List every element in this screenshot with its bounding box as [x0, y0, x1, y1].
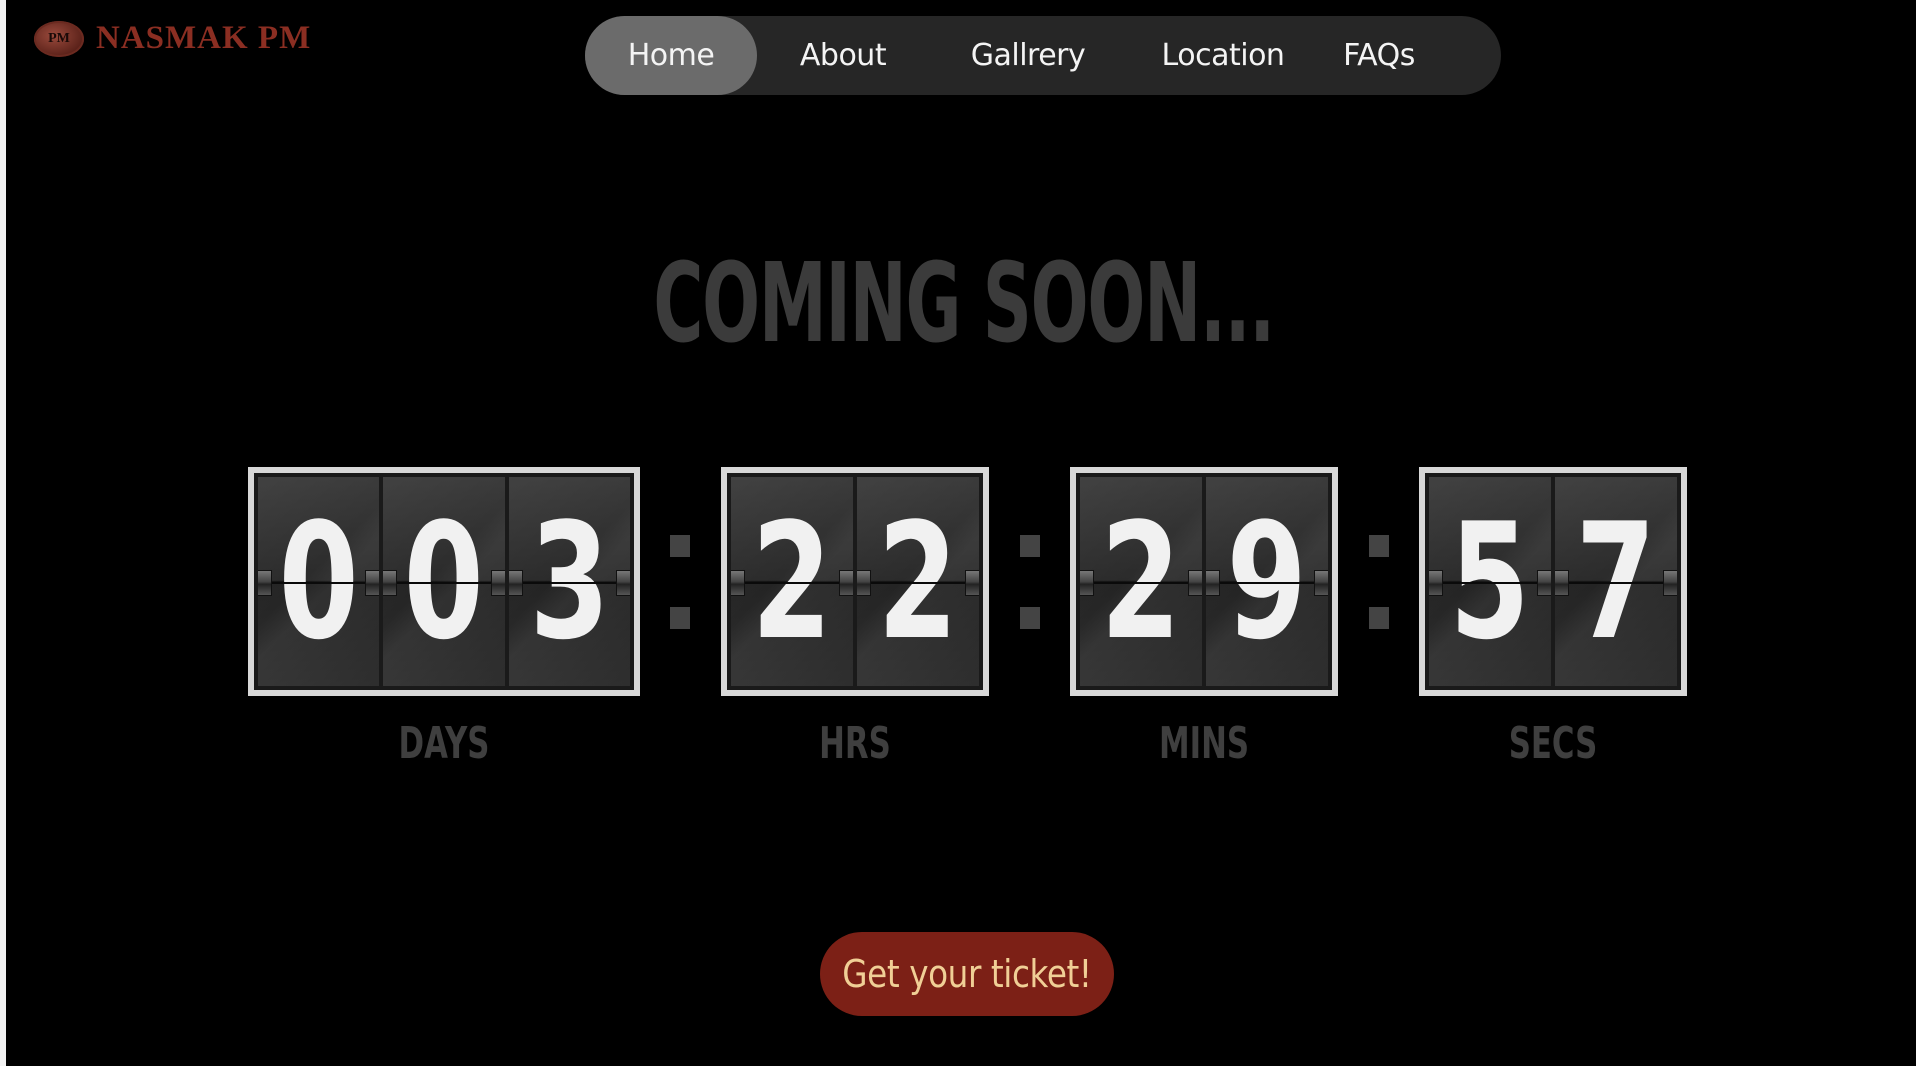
- countdown-seconds: 5 7: [1419, 467, 1687, 696]
- flip-digit: 3: [508, 477, 630, 686]
- logo-badge-icon: PM: [34, 20, 84, 57]
- main-nav: Home About Gallrery Location FAQs: [585, 16, 1501, 95]
- countdown-minutes-label: MINS: [1158, 718, 1250, 769]
- logo-badge-text: PM: [48, 30, 70, 46]
- nav-item-about[interactable]: About: [763, 16, 923, 95]
- countdown-hours-label: HRS: [819, 718, 891, 769]
- get-ticket-button[interactable]: Get your ticket!: [820, 932, 1114, 1016]
- flip-digit: 9: [1206, 477, 1328, 686]
- countdown-days: 0 0 3: [248, 467, 640, 696]
- flip-digit: 2: [1080, 477, 1202, 686]
- countdown-seconds-label: SECS: [1508, 718, 1598, 769]
- flip-digit: 7: [1555, 477, 1677, 686]
- nav-item-location[interactable]: Location: [1133, 16, 1313, 95]
- page-title: COMING SOON...: [653, 239, 1275, 367]
- flip-digit: 2: [857, 477, 979, 686]
- brand-logo[interactable]: PM NASMAK PM: [34, 20, 311, 57]
- flip-digit: 0: [258, 477, 380, 686]
- nav-item-faqs[interactable]: FAQs: [1325, 16, 1433, 95]
- brand-name: NASMAK PM: [96, 20, 312, 56]
- flip-digit: 5: [1429, 477, 1551, 686]
- page: PM NASMAK PM Home About Gallrery Locatio…: [0, 0, 1916, 1066]
- countdown-hours: 2 2: [721, 467, 989, 696]
- nav-item-home[interactable]: Home: [585, 16, 757, 95]
- flip-digit: 0: [383, 477, 505, 686]
- nav-item-gallery[interactable]: Gallrery: [939, 16, 1117, 95]
- countdown-days-label: DAYS: [398, 718, 490, 769]
- get-ticket-label: Get your ticket!: [842, 952, 1092, 996]
- flip-digit: 2: [731, 477, 853, 686]
- countdown-minutes: 2 9: [1070, 467, 1338, 696]
